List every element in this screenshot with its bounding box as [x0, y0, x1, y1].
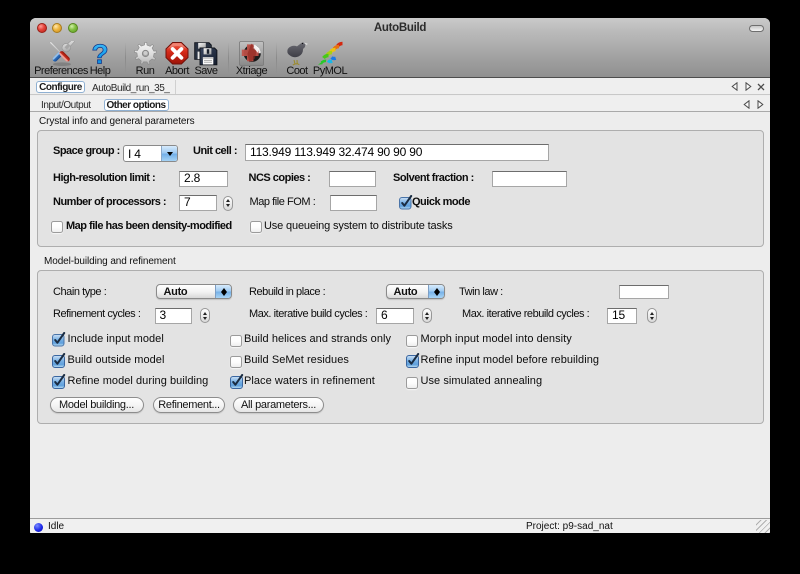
svg-text:?: ? [91, 40, 108, 68]
